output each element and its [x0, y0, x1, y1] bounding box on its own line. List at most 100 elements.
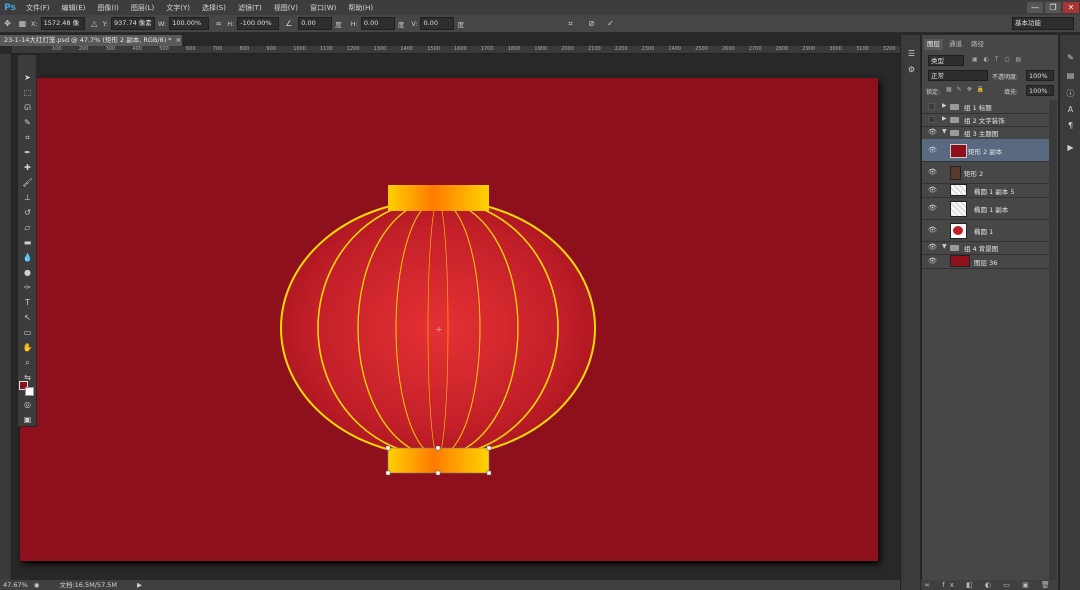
lasso-tool-icon[interactable]: ᘏ — [21, 101, 34, 114]
character-icon[interactable]: A — [1064, 103, 1077, 116]
status-info-icon[interactable]: ◉ — [34, 580, 40, 590]
opacity-input[interactable]: 100% — [1026, 70, 1054, 81]
eye-icon[interactable]: 👁 — [928, 186, 937, 194]
eye-icon[interactable]: 👁 — [928, 146, 937, 154]
dodge-tool-icon[interactable]: ● — [21, 266, 34, 279]
layer-row[interactable]: 👁 矩形 2 — [922, 161, 1050, 184]
paragraph-icon[interactable]: ¶ — [1064, 119, 1077, 132]
layer-filter-icons[interactable]: ▣◐T◻▤ — [972, 56, 1027, 63]
layer-row[interactable]: 👁 椭圆 1 副本 5 — [922, 183, 1050, 198]
h-skew-input[interactable]: 0.00 — [360, 17, 395, 30]
info-icon[interactable]: ⓘ — [1064, 87, 1077, 100]
menu-view[interactable]: 视图(V) — [268, 3, 304, 13]
tab-layers[interactable]: 图层 — [924, 39, 943, 50]
commit-transform-icon[interactable]: ✓ — [605, 18, 616, 29]
workspace-select[interactable]: 基本功能 — [1012, 17, 1074, 30]
eye-icon[interactable]: 👁 — [928, 128, 937, 136]
layer-row[interactable]: 👁 椭圆 1 副本 — [922, 197, 1050, 220]
layer-row[interactable]: 👁 图层 36 — [922, 254, 1050, 269]
path-select-tool-icon[interactable]: ↖ — [21, 311, 34, 324]
brush-preset-icon[interactable]: ▤ — [1064, 69, 1077, 82]
link-icon[interactable]: ∞ — [213, 18, 224, 29]
eyedropper-tool-icon[interactable]: ✒ — [21, 146, 34, 159]
menu-select[interactable]: 选择(S) — [196, 3, 232, 13]
layer-row[interactable]: 👁 ▼ 组 3 主题图 — [922, 126, 1050, 140]
eraser-tool-icon[interactable]: ▱ — [21, 221, 34, 234]
transform-handle[interactable] — [486, 445, 492, 451]
transform-handle[interactable] — [435, 470, 441, 476]
layer-row[interactable]: 👁 椭圆 1 — [922, 219, 1050, 242]
menu-help[interactable]: 帮助(H) — [342, 3, 379, 13]
layer-filter-select[interactable]: 类型 — [928, 55, 964, 66]
close-button[interactable]: ✕ — [1063, 2, 1079, 13]
tab-paths[interactable]: 路径 — [968, 39, 987, 50]
eye-icon[interactable]: 👁 — [928, 257, 937, 265]
restore-button[interactable]: ❐ — [1045, 2, 1061, 13]
history-panel-icon[interactable]: ☰ — [905, 47, 918, 60]
eye-icon[interactable]: 👁 — [928, 243, 937, 251]
blend-mode-select[interactable]: 正常 — [928, 70, 988, 81]
layer-row[interactable]: ▶ 组 2 文字装饰 — [922, 113, 1050, 127]
document-canvas[interactable]: + — [20, 78, 878, 561]
visibility-toggle[interactable] — [928, 103, 935, 110]
quick-mask-icon[interactable]: ◎ — [21, 398, 34, 411]
menu-image[interactable]: 图像(I) — [91, 3, 125, 13]
menu-layer[interactable]: 图层(L) — [125, 3, 160, 13]
zoom-level[interactable]: 47.67% — [3, 580, 28, 590]
menu-window[interactable]: 窗口(W) — [304, 3, 342, 13]
reference-point-icon[interactable]: ▦ — [17, 18, 28, 29]
visibility-toggle[interactable] — [928, 116, 935, 123]
x-input[interactable]: 1572.48 像 — [40, 17, 85, 30]
hand-tool-icon[interactable]: ✋ — [21, 341, 34, 354]
eye-icon[interactable]: 👁 — [928, 204, 937, 212]
healing-brush-tool-icon[interactable]: ✚ — [21, 161, 34, 174]
quick-select-tool-icon[interactable]: ✎ — [21, 116, 34, 129]
collapse-arrow-icon[interactable]: ▼ — [942, 128, 947, 135]
tab-channels[interactable]: 通道 — [946, 39, 965, 50]
layer-row-selected[interactable]: 👁 矩形 2 副本 — [922, 139, 1050, 162]
gradient-tool-icon[interactable]: ▬ — [21, 236, 34, 249]
status-menu-arrow-icon[interactable]: ▶ — [137, 580, 142, 590]
actions-icon[interactable]: ▶ — [1064, 141, 1077, 154]
blur-tool-icon[interactable]: 💧 — [21, 251, 34, 264]
pen-tool-icon[interactable]: ✑ — [21, 281, 34, 294]
brush-tool-icon[interactable]: 🖌 — [21, 176, 34, 189]
move-tool-preset-icon[interactable]: ✥ — [2, 18, 13, 29]
properties-panel-icon[interactable]: ⚙ — [905, 63, 918, 76]
expand-arrow-icon[interactable]: ▶ — [942, 102, 947, 109]
layer-row[interactable]: ▶ 组 1 标题 — [922, 100, 1050, 114]
lock-icons[interactable]: ▦✎✥🔒 — [946, 86, 989, 93]
layers-panel-footer[interactable]: ∞ fx ◧ ◐ ▭ ▣ 🗑 — [921, 580, 1058, 590]
marquee-tool-icon[interactable]: ⬚ — [21, 86, 34, 99]
clone-stamp-tool-icon[interactable]: ⊥ — [21, 191, 34, 204]
screen-mode-icon[interactable]: ▣ — [21, 413, 34, 426]
layers-scrollbar[interactable] — [1049, 100, 1057, 580]
background-color-swatch[interactable] — [25, 387, 34, 396]
minimize-button[interactable]: — — [1027, 2, 1043, 13]
adjustments-icon[interactable]: ✎ — [1064, 51, 1077, 64]
transform-handle[interactable] — [486, 470, 492, 476]
menu-filter[interactable]: 滤镜(T) — [232, 3, 268, 13]
move-tool-icon[interactable]: ➤ — [21, 71, 34, 84]
zoom-tool-icon[interactable]: ⌕ — [21, 356, 34, 369]
eye-icon[interactable]: 👁 — [928, 168, 937, 176]
delta-icon[interactable]: △ — [89, 18, 100, 29]
expand-arrow-icon[interactable]: ▶ — [942, 115, 947, 122]
document-tab-close-icon[interactable]: × — [176, 36, 181, 44]
angle-input[interactable]: 0.00 — [298, 17, 333, 30]
transform-center-icon[interactable]: + — [436, 325, 443, 334]
menu-file[interactable]: 文件(F) — [20, 3, 56, 13]
w-input[interactable]: 100.00% — [169, 17, 210, 30]
menu-type[interactable]: 文字(Y) — [160, 3, 196, 13]
crop-tool-icon[interactable]: ⌗ — [21, 131, 34, 144]
menu-edit[interactable]: 编辑(E) — [56, 3, 92, 13]
warp-icon[interactable]: ⌗ — [565, 18, 576, 29]
cancel-transform-icon[interactable]: ⊘ — [586, 18, 597, 29]
y-input[interactable]: 937.74 像素 — [110, 17, 155, 30]
collapse-arrow-icon[interactable]: ▼ — [942, 243, 947, 250]
fill-input[interactable]: 100% — [1026, 85, 1054, 96]
eye-icon[interactable]: 👁 — [928, 226, 937, 234]
rectangle-tool-icon[interactable]: ▭ — [21, 326, 34, 339]
transform-handle[interactable] — [435, 445, 441, 451]
h-input[interactable]: -100.00% — [237, 17, 280, 30]
